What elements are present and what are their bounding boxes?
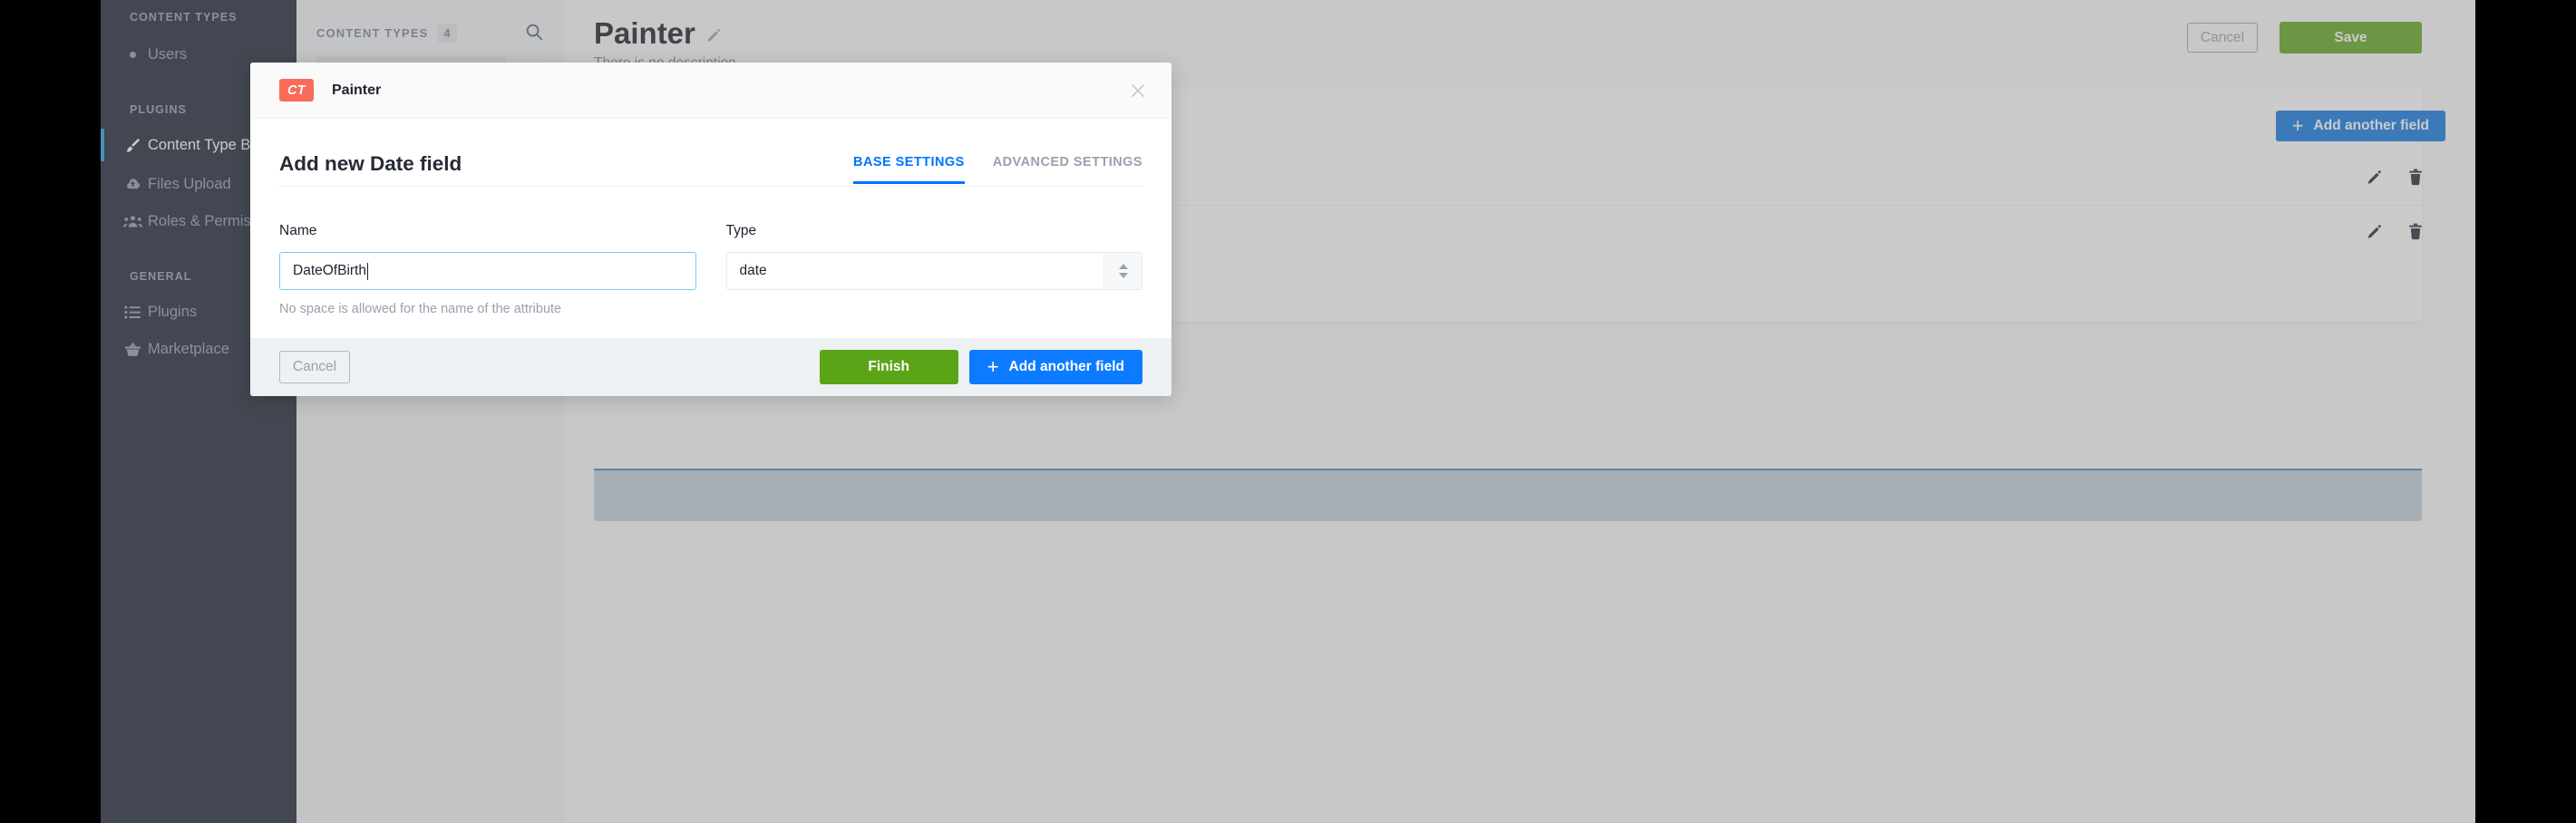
tab-base-settings[interactable]: BASE SETTINGS (853, 155, 965, 184)
add-another-field-label: Add another field (1009, 359, 1124, 375)
modal-footer: Cancel Finish + Add another field (250, 338, 1171, 396)
add-field-modal: CT Painter Add new Date field BASE SETTI… (250, 63, 1171, 396)
modal-primary-actions: Finish + Add another field (820, 350, 1142, 384)
modal-header: CT Painter (250, 63, 1171, 119)
finish-button[interactable]: Finish (820, 350, 958, 384)
modal-cancel-button[interactable]: Cancel (279, 351, 350, 383)
plus-icon: + (987, 357, 999, 377)
name-field-group: Name DateOfBirth No space is allowed for… (279, 223, 696, 316)
modal-title: Add new Date field (279, 152, 462, 176)
content-type-badge: CT (279, 79, 314, 102)
tabs-divider (279, 186, 1142, 187)
name-field-label: Name (279, 223, 696, 239)
close-icon[interactable] (1128, 81, 1148, 101)
name-input[interactable]: DateOfBirth (279, 252, 696, 290)
type-select-value: date (740, 263, 767, 279)
name-field-hint: No space is allowed for the name of the … (279, 302, 696, 316)
add-another-field-button[interactable]: + Add another field (969, 350, 1142, 384)
modal-body: Add new Date field BASE SETTINGS ADVANCE… (250, 119, 1171, 338)
type-select[interactable]: date (726, 252, 1143, 290)
name-input-value: DateOfBirth (293, 263, 366, 279)
chevron-updown-icon[interactable] (1103, 253, 1142, 289)
modal-fields: Name DateOfBirth No space is allowed for… (279, 223, 1142, 316)
modal-content-type-name: Painter (332, 82, 381, 99)
type-field-label: Type (726, 223, 1143, 239)
modal-tabs: BASE SETTINGS ADVANCED SETTINGS (853, 155, 1142, 184)
text-cursor (367, 263, 368, 280)
tab-advanced-settings[interactable]: ADVANCED SETTINGS (993, 155, 1142, 184)
app-screen: CONTENT TYPES Users PLUGINS Content Type… (101, 0, 2475, 823)
type-field-group: Type date (726, 223, 1143, 316)
